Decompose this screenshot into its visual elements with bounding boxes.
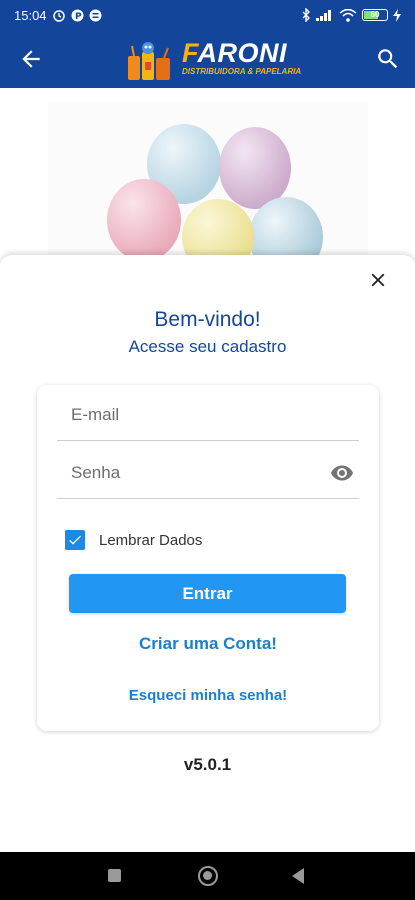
email-field-wrapper	[57, 389, 359, 441]
sync-icon	[89, 9, 102, 21]
bluetooth-icon	[302, 8, 310, 22]
arrow-back-icon[interactable]	[18, 46, 44, 72]
status-time: 15:04	[14, 7, 47, 23]
login-button[interactable]: Entrar	[69, 574, 346, 613]
back-triangle-icon[interactable]	[292, 868, 304, 884]
balloons-image	[107, 124, 323, 262]
brand-logo: FARONI DISTRIBUIDORA & PAPELARIA	[124, 36, 301, 82]
system-nav-bar	[0, 852, 415, 900]
product-banner-image	[48, 102, 368, 262]
wifi-icon	[339, 8, 357, 22]
alarm-icon	[52, 10, 65, 22]
remember-label: Lembrar Dados	[99, 531, 203, 549]
battery-icon: 60	[362, 9, 388, 21]
charging-icon	[393, 8, 401, 22]
mascot-icon	[128, 42, 170, 80]
create-account-link[interactable]: Criar uma Conta!	[37, 634, 379, 654]
signal-icon	[316, 10, 331, 21]
brand-name: FARONI	[182, 38, 288, 68]
home-icon[interactable]	[198, 866, 218, 886]
recents-icon[interactable]	[108, 869, 121, 882]
login-card: Lembrar Dados Entrar Criar uma Conta! Es…	[37, 385, 379, 731]
welcome-subtitle: Acesse seu cadastro	[128, 337, 287, 356]
svg-text:P: P	[75, 12, 82, 22]
app-bar: FARONI DISTRIBUIDORA & PAPELARIA	[0, 30, 415, 88]
search-icon[interactable]	[375, 46, 401, 72]
close-icon[interactable]	[367, 269, 389, 291]
login-sheet: Bem-vindo! Acesse seu cadastro Lembrar D…	[0, 255, 415, 852]
password-field[interactable]	[57, 447, 359, 498]
brand-subtitle: DISTRIBUIDORA & PAPELARIA	[182, 67, 302, 76]
eye-icon[interactable]	[329, 461, 355, 485]
status-bar: 15:04 P 60	[0, 0, 415, 30]
check-icon	[69, 535, 81, 545]
remember-row: Lembrar Dados	[65, 530, 202, 550]
p-icon: P	[71, 9, 84, 22]
forgot-password-link[interactable]: Esqueci minha senha!	[37, 687, 379, 704]
remember-checkbox[interactable]	[65, 530, 85, 550]
email-field[interactable]	[57, 389, 359, 440]
password-field-wrapper	[57, 447, 359, 499]
welcome-title: Bem-vindo!	[154, 308, 261, 331]
app-version: v5.0.1	[183, 755, 232, 774]
